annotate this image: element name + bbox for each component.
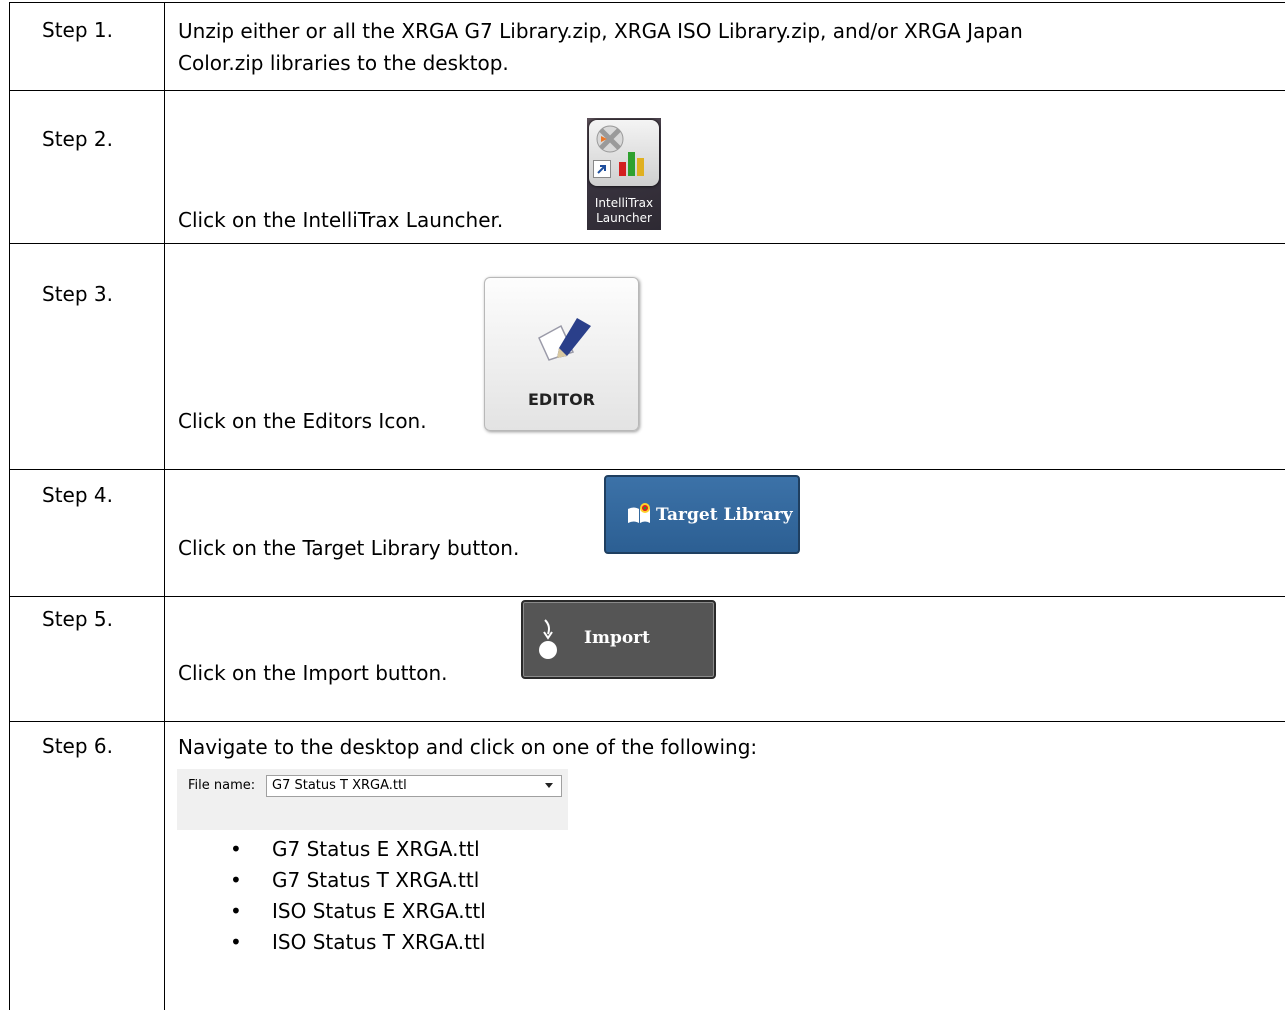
file-name-label: File name:	[188, 778, 256, 793]
target-library-label: Target Library	[656, 505, 793, 525]
row-divider	[9, 596, 1285, 597]
bullet: •	[230, 930, 242, 954]
step-2-label: Step 2.	[42, 127, 113, 151]
step-3-text: Click on the Editors Icon.	[178, 409, 427, 433]
bar-chart-icon	[619, 152, 644, 176]
launcher-caption-line1: IntelliTrax	[594, 196, 654, 210]
chevron-down-icon[interactable]	[545, 783, 553, 788]
import-arrow-icon	[539, 619, 557, 659]
bullet: •	[230, 899, 242, 923]
step-4-label: Step 4.	[42, 483, 113, 507]
column-divider	[164, 2, 165, 1010]
row-divider	[9, 243, 1285, 244]
row-divider	[9, 469, 1285, 470]
bullet: •	[230, 837, 242, 861]
step-6-text: Navigate to the desktop and click on one…	[178, 735, 758, 759]
file-item-text: ISO Status E XRGA.ttl	[272, 899, 486, 923]
open-book-target-icon	[628, 503, 650, 523]
row-divider	[9, 90, 1285, 91]
step-3-label: Step 3.	[42, 282, 113, 306]
step-5-text: Click on the Import button.	[178, 661, 448, 685]
shortcut-arrow-icon	[593, 160, 611, 178]
import-button[interactable]: Import	[521, 600, 716, 679]
step-6-label: Step 6.	[42, 734, 113, 758]
step-1-text-line2: Color.zip libraries to the desktop.	[178, 51, 509, 75]
step-2-text: Click on the IntelliTrax Launcher.	[178, 208, 504, 232]
table-border-top	[9, 2, 1285, 3]
step-5-label: Step 5.	[42, 607, 113, 631]
list-item: • G7 Status E XRGA.ttl	[178, 834, 486, 865]
intellitrax-launcher-icon[interactable]: IntelliTrax Launcher	[587, 118, 661, 230]
editor-label: EDITOR	[528, 390, 595, 409]
file-name-field[interactable]: G7 Status T XRGA.ttl	[266, 775, 562, 797]
bullet: •	[230, 868, 242, 892]
file-list: • G7 Status E XRGA.ttl • G7 Status T XRGA.…	[178, 834, 486, 958]
file-name-value: G7 Status T XRGA.ttl	[272, 778, 407, 793]
editor-icon-button[interactable]: EDITOR	[484, 277, 639, 431]
step-1-label: Step 1.	[42, 18, 113, 42]
file-name-bar: File name: G7 Status T XRGA.ttl	[177, 769, 568, 830]
list-item: • ISO Status T XRGA.ttl	[178, 927, 486, 958]
file-item-text: ISO Status T XRGA.ttl	[272, 930, 486, 954]
file-item-text: G7 Status E XRGA.ttl	[272, 837, 480, 861]
list-item: • ISO Status E XRGA.ttl	[178, 896, 486, 927]
file-item-text: G7 Status T XRGA.ttl	[272, 868, 480, 892]
launcher-caption-line2: Launcher	[596, 211, 652, 225]
target-library-button[interactable]: Target Library	[604, 475, 800, 554]
import-label: Import	[584, 628, 650, 648]
list-item: • G7 Status T XRGA.ttl	[178, 865, 486, 896]
step-4-text: Click on the Target Library button.	[178, 536, 520, 560]
step-1-text-line1: Unzip either or all the XRGA G7 Library.…	[178, 19, 1023, 43]
table-border-left	[9, 2, 10, 1010]
row-divider	[9, 721, 1285, 722]
pen-paper-icon	[538, 318, 591, 361]
